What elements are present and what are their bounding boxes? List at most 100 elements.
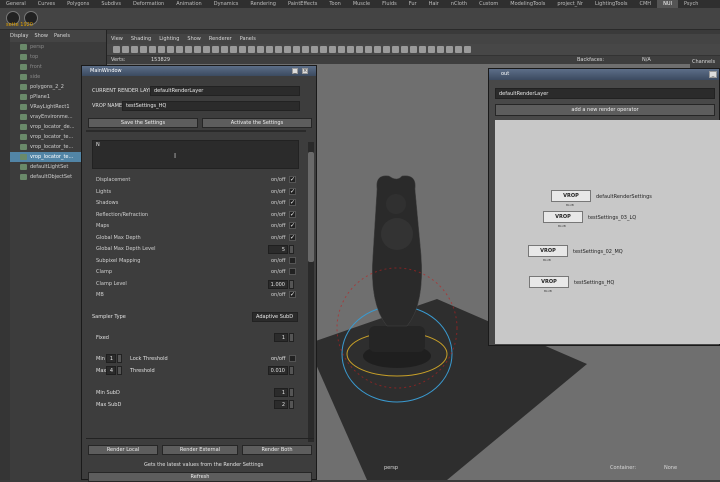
toolbar-tool-icon[interactable] <box>239 46 246 53</box>
toolbar-tool-icon[interactable] <box>212 46 219 53</box>
toolbar-tool-icon[interactable] <box>374 46 381 53</box>
toolbar-tool-icon[interactable] <box>140 46 147 53</box>
option-checkbox[interactable]: ✓ <box>289 291 296 298</box>
toolbar-tool-icon[interactable] <box>230 46 237 53</box>
render-external-button[interactable]: Render External <box>162 445 238 455</box>
toolbar-tool-icon[interactable] <box>176 46 183 53</box>
add-render-operator-button[interactable]: add a new render operator <box>495 104 715 116</box>
toolbar-tool-icon[interactable] <box>113 46 120 53</box>
toolbar-tool-icon[interactable] <box>293 46 300 53</box>
main-window-titlebar[interactable]: MainWindow _ × <box>82 66 316 76</box>
toolbar-tool-icon[interactable] <box>455 46 462 53</box>
lock-threshold-checkbox[interactable] <box>289 355 296 362</box>
min-field[interactable]: 1 <box>106 354 116 363</box>
vrop-node-button[interactable]: VROP <box>543 211 583 223</box>
shelf-tab[interactable]: nCloth <box>445 0 473 8</box>
toolbar-tool-icon[interactable] <box>257 46 264 53</box>
toolbar-tool-icon[interactable] <box>437 46 444 53</box>
fixed-spinner[interactable] <box>289 333 294 342</box>
max-subd-spinner[interactable] <box>289 400 294 409</box>
option-checkbox[interactable]: ✓ <box>289 222 296 229</box>
toolbar-tool-icon[interactable] <box>356 46 363 53</box>
toolbar-tool-icon[interactable] <box>122 46 129 53</box>
toolbar-tool-icon[interactable] <box>311 46 318 53</box>
toolbar-tool-icon[interactable] <box>248 46 255 53</box>
min-subd-spinner[interactable] <box>289 388 294 397</box>
toolbar-tool-icon[interactable] <box>284 46 291 53</box>
render-layer-field[interactable]: defaultRenderLayer <box>495 88 715 99</box>
sampler-type-select[interactable]: Adaptive SubD <box>252 312 298 322</box>
render-both-button[interactable]: Render Both <box>242 445 312 455</box>
toolbar-tool-icon[interactable] <box>158 46 165 53</box>
toolbar-tool-icon[interactable] <box>338 46 345 53</box>
shelf-tab[interactable]: Subdivs <box>95 0 127 8</box>
option-value-field[interactable]: 5 <box>268 245 288 254</box>
toolbar-tool-icon[interactable] <box>329 46 336 53</box>
option-checkbox[interactable] <box>289 268 296 275</box>
shelf-tab[interactable]: CMH <box>634 0 658 8</box>
minimize-icon[interactable]: _ <box>709 71 717 78</box>
activate-settings-button[interactable]: Activate the Settings <box>202 118 312 128</box>
shelf-tab[interactable]: Custom <box>473 0 504 8</box>
outliner-item[interactable]: persp <box>8 42 105 52</box>
outliner-menu-display[interactable]: Display <box>10 30 28 42</box>
shelf-tab[interactable]: project_Nr <box>551 0 589 8</box>
toolbar-tool-icon[interactable] <box>221 46 228 53</box>
option-checkbox[interactable]: ✓ <box>289 233 296 241</box>
toolbar-tool-icon[interactable] <box>464 46 471 53</box>
vp-menu-show[interactable]: Show <box>187 34 201 44</box>
shelf-tab[interactable]: General <box>0 0 32 8</box>
toolbar-tool-icon[interactable] <box>302 46 309 53</box>
shelf-tab[interactable]: Toon <box>323 0 347 8</box>
vp-menu-lighting[interactable]: Lighting <box>159 34 179 44</box>
current-render-layer-field[interactable]: defaultRenderLayer <box>150 86 300 96</box>
toolbar-tool-icon[interactable] <box>185 46 192 53</box>
outliner-item[interactable]: top <box>8 52 105 62</box>
toolbar-tool-icon[interactable] <box>365 46 372 53</box>
vp-menu-view[interactable]: View <box>111 34 123 44</box>
option-value-field[interactable]: 1.000 <box>268 279 288 289</box>
scrollbar-thumb[interactable] <box>308 152 314 262</box>
shelf-tab[interactable]: LightingTools <box>589 0 634 8</box>
refresh-button[interactable]: Refresh <box>88 472 312 482</box>
toolbar-tool-icon[interactable] <box>401 46 408 53</box>
vrop-node-button[interactable]: VROP <box>528 245 568 257</box>
vrop-name-field[interactable]: testSettings_HQ <box>122 101 300 111</box>
toolbar-tool-icon[interactable] <box>320 46 327 53</box>
vp-menu-renderer[interactable]: Renderer <box>209 34 232 44</box>
min-spinner[interactable] <box>117 354 122 363</box>
threshold-spinner[interactable] <box>289 366 294 375</box>
toolbar-tool-icon[interactable] <box>266 46 273 53</box>
outliner-menu-show[interactable]: Show <box>34 30 48 42</box>
toolbar-tool-icon[interactable] <box>149 46 156 53</box>
toolbar-tool-icon[interactable] <box>203 46 210 53</box>
threshold-field[interactable]: 0.010 <box>268 366 288 375</box>
option-checkbox[interactable] <box>289 256 296 264</box>
out-window-titlebar[interactable]: out _ <box>489 69 719 80</box>
toolbar-tool-icon[interactable] <box>428 46 435 53</box>
toolbar-tool-icon[interactable] <box>275 46 282 53</box>
notes-textarea[interactable]: N <box>92 140 299 169</box>
shelf-tab[interactable]: Animation <box>170 0 208 8</box>
max-spinner[interactable] <box>117 366 122 375</box>
fixed-field[interactable]: 1 <box>274 333 288 342</box>
max-field[interactable]: 4 <box>106 366 116 375</box>
shelf-tab[interactable]: Rendering <box>244 0 282 8</box>
option-spinner[interactable] <box>289 245 294 254</box>
toolbar-tool-icon[interactable] <box>194 46 201 53</box>
option-checkbox[interactable]: ✓ <box>289 176 296 183</box>
shelf-tab[interactable]: ModelingTools <box>504 0 551 8</box>
min-subd-field[interactable]: 1 <box>274 388 288 397</box>
vrop-node-button[interactable]: VROP <box>551 190 591 202</box>
toolbar-tool-icon[interactable] <box>167 46 174 53</box>
shelf-tab[interactable]: Psych <box>678 0 704 8</box>
options-scrollbar[interactable] <box>308 142 314 442</box>
option-checkbox[interactable]: ✓ <box>289 187 296 195</box>
vp-menu-shading[interactable]: Shading <box>131 34 151 44</box>
toolbar-tool-icon[interactable] <box>410 46 417 53</box>
toolbar-tool-icon[interactable] <box>131 46 138 53</box>
close-icon[interactable]: × <box>302 68 308 74</box>
minimize-icon[interactable]: _ <box>292 68 298 74</box>
shelf-tab[interactable]: NUI <box>657 0 678 8</box>
shelf-tab[interactable]: Dynamics <box>208 0 245 8</box>
